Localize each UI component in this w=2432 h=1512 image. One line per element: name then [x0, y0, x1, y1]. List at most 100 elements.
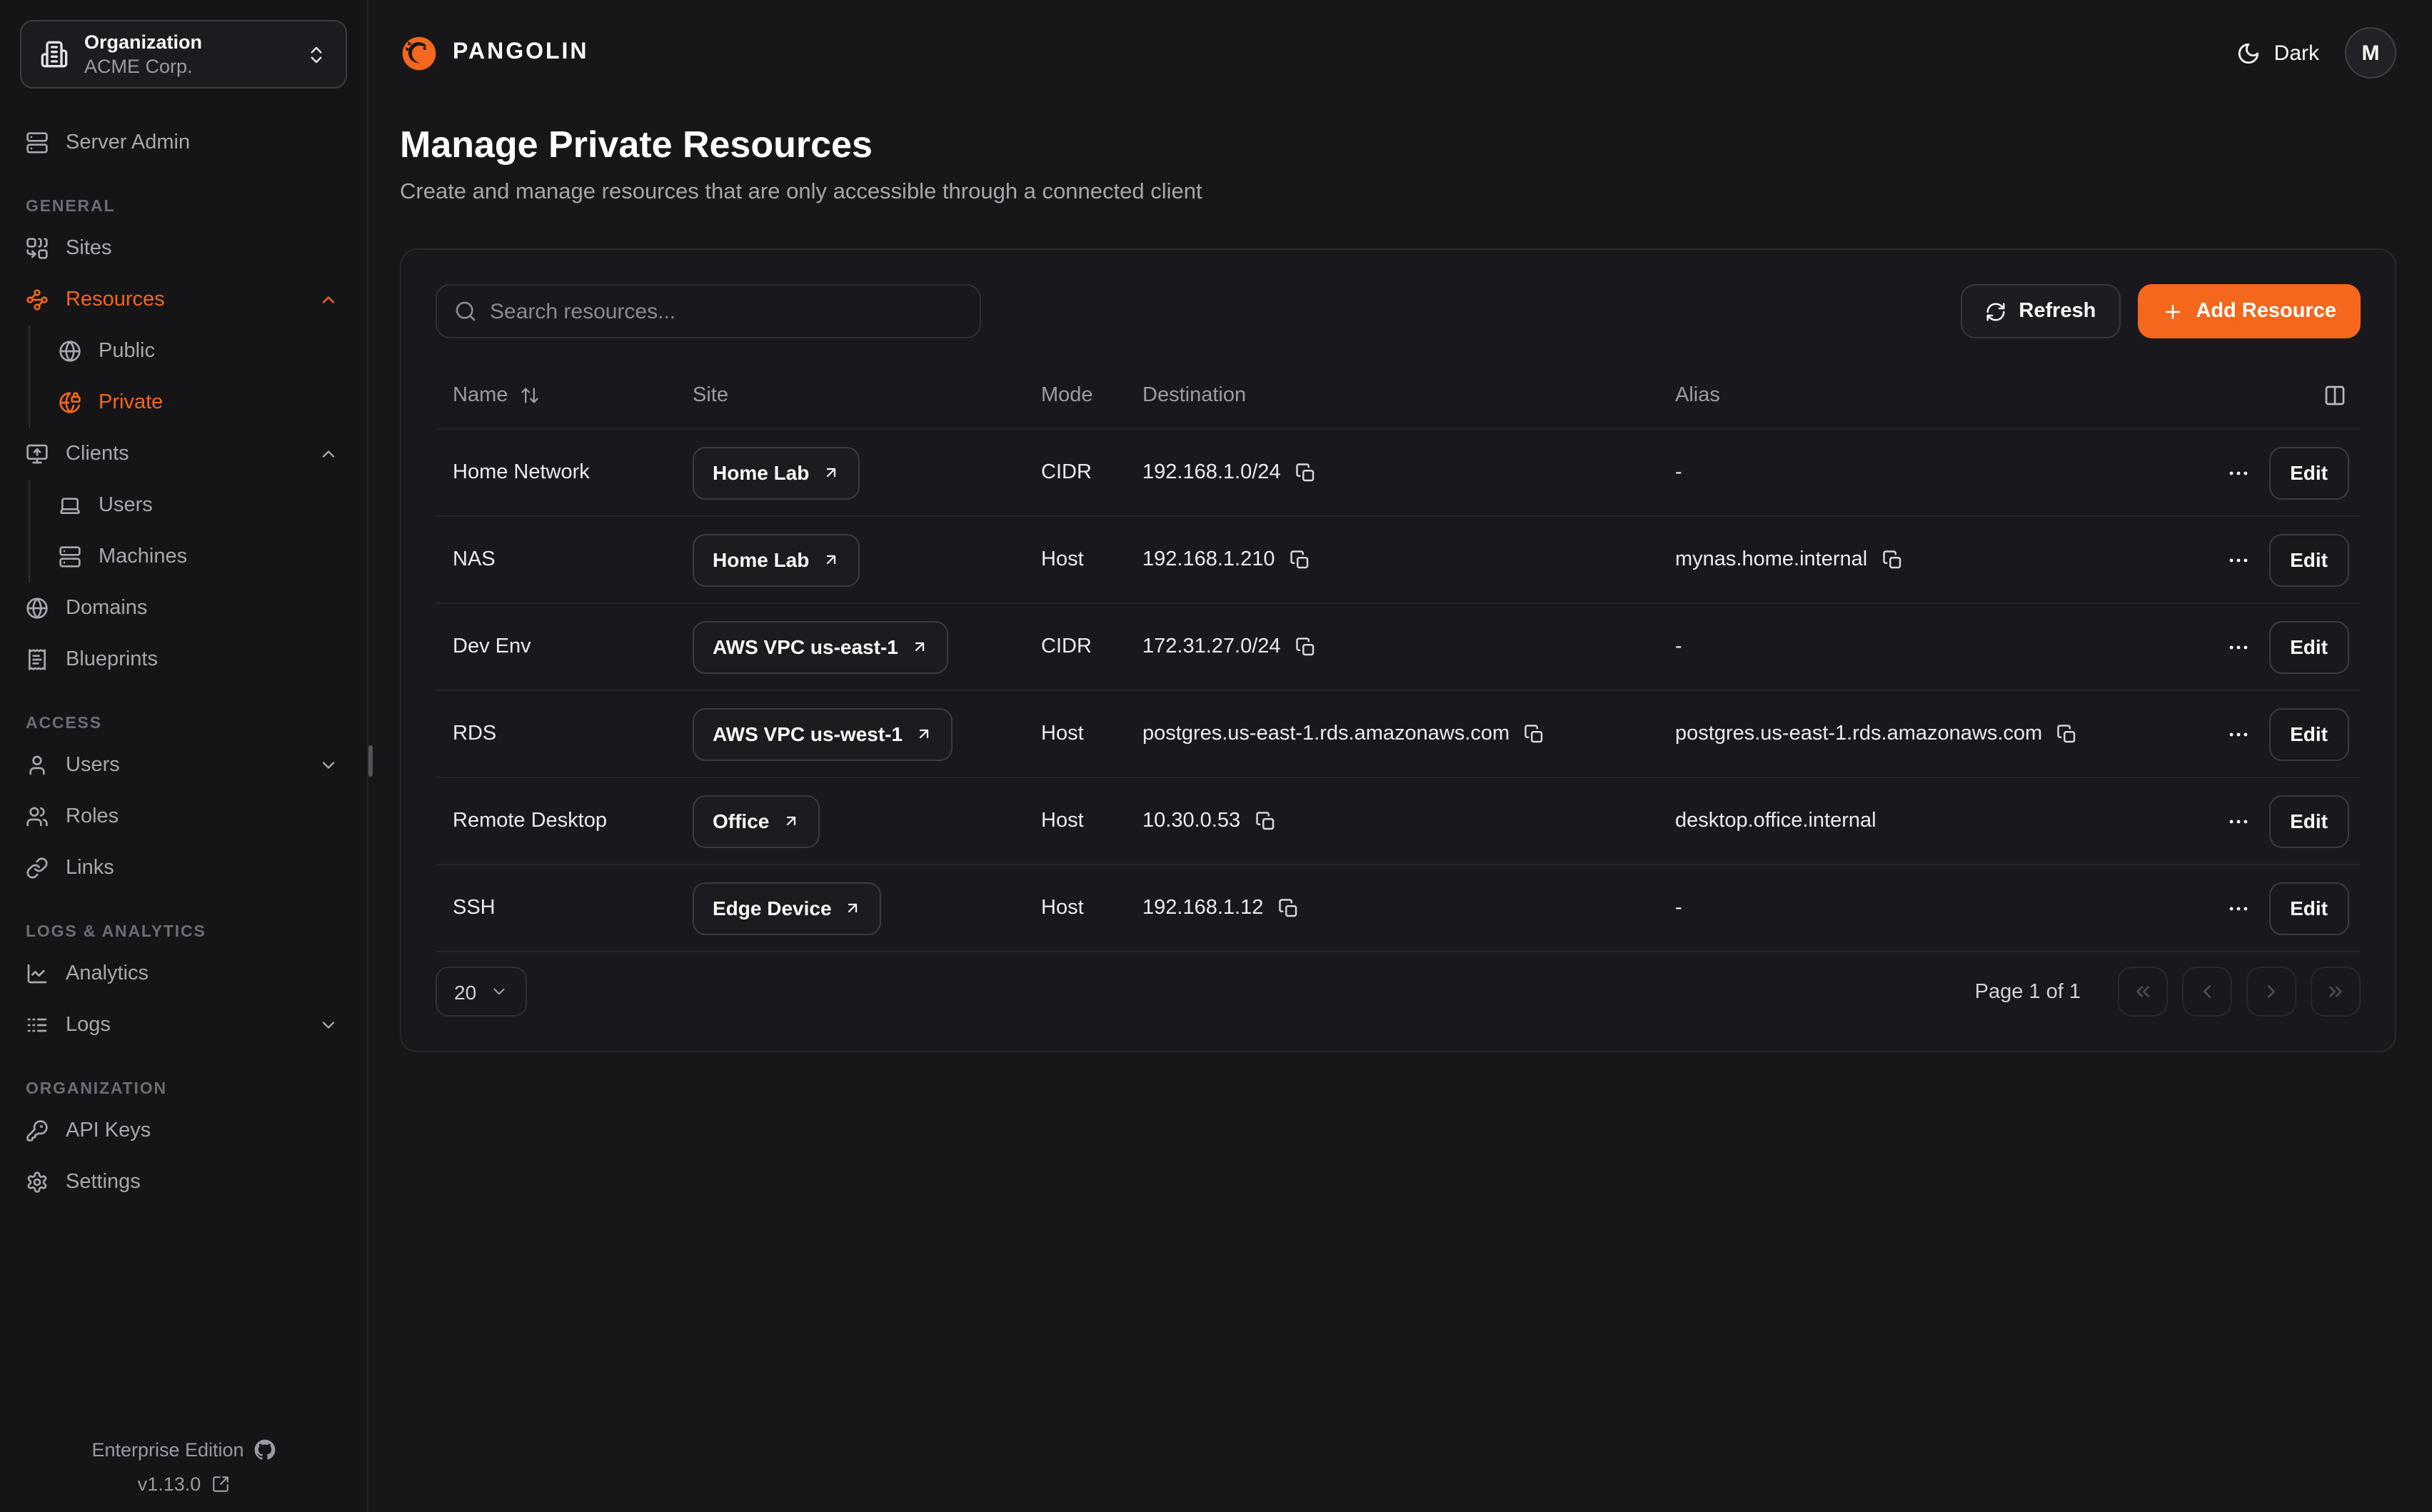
chevron-up-icon [318, 290, 338, 310]
sidebar-item-domains[interactable]: Domains [20, 583, 347, 634]
column-header-name-sort[interactable]: Name [436, 383, 675, 406]
sidebar-item-label: Server Admin [66, 131, 190, 154]
table-row: Dev Env AWS VPC us-east-1 CIDR 172.31.27… [436, 604, 2361, 691]
resource-mode: Host [1024, 548, 1125, 571]
row-menu-button[interactable] [2226, 896, 2250, 920]
alias-cell: - [1658, 635, 2198, 658]
last-page-button[interactable] [2311, 967, 2361, 1017]
waypoints-icon [26, 288, 49, 311]
sidebar-item-label: Roles [66, 805, 119, 828]
site-link-button[interactable]: AWS VPC us-west-1 [693, 707, 953, 760]
resources-card: Refresh Add Resource Name Site Mode [400, 248, 2396, 1052]
org-selector-value: ACME Corp. [84, 56, 202, 77]
org-selector[interactable]: Organization ACME Corp. [20, 20, 347, 89]
row-menu-button[interactable] [2226, 548, 2250, 572]
arrow-up-right-icon [822, 551, 839, 568]
table-body: Home Network Home Lab CIDR 192.168.1.0/2… [436, 430, 2361, 952]
row-menu-button[interactable] [2226, 460, 2250, 485]
users-icon [26, 805, 49, 828]
app-window: Organization ACME Corp. Server Admin GEN… [0, 0, 2432, 1512]
sidebar-item-analytics[interactable]: Analytics [20, 948, 347, 999]
edit-button[interactable]: Edit [2268, 707, 2349, 760]
theme-toggle-label: Dark [2274, 41, 2319, 65]
edit-button[interactable]: Edit [2268, 446, 2349, 499]
first-page-button[interactable] [2118, 967, 2168, 1017]
arrow-up-right-icon [822, 464, 839, 481]
site-name: Edge Device [713, 897, 832, 919]
resource-mode: CIDR [1024, 635, 1125, 658]
sidebar-item-resources[interactable]: Resources [20, 274, 347, 326]
refresh-icon [1984, 301, 2006, 322]
destination-cell: 172.31.27.0/24 [1125, 635, 1658, 658]
copy-destination-button[interactable] [1295, 636, 1317, 657]
edit-button[interactable]: Edit [2268, 882, 2349, 934]
external-link-icon [211, 1475, 229, 1493]
previous-page-button[interactable] [2182, 967, 2232, 1017]
page-size-select[interactable]: 20 [436, 967, 526, 1017]
search-input[interactable] [490, 299, 963, 323]
sidebar-item-sites[interactable]: Sites [20, 223, 347, 274]
edit-button[interactable]: Edit [2268, 795, 2349, 847]
sidebar-item-label: Sites [66, 237, 112, 260]
add-resource-button[interactable]: Add Resource [2137, 284, 2361, 338]
sidebar-item-roles[interactable]: Roles [20, 791, 347, 842]
sidebar-item-label: Users [99, 494, 153, 517]
site-cell: Edge Device [675, 882, 1024, 934]
sidebar-item-private[interactable]: Private [30, 377, 347, 428]
sidebar-item-client-users[interactable]: Users [30, 480, 347, 531]
column-header-name: Name [453, 383, 508, 406]
site-name: Office [713, 810, 769, 832]
site-link-button[interactable]: AWS VPC us-east-1 [693, 620, 948, 673]
row-menu-button[interactable] [2226, 722, 2250, 746]
sidebar-resize-handle[interactable] [368, 745, 373, 777]
version-link[interactable]: v1.13.0 [138, 1473, 230, 1495]
avatar[interactable]: M [2345, 27, 2396, 79]
sidebar-nav: Server Admin GENERAL Sites Resources Pub… [20, 117, 347, 1208]
row-actions: Edit [2198, 882, 2361, 934]
brand-logo-link[interactable]: PANGOLIN [400, 34, 589, 72]
sidebar-item-clients[interactable]: Clients [20, 428, 347, 480]
copy-alias-button[interactable] [1881, 549, 1903, 570]
resource-mode: CIDR [1024, 461, 1125, 484]
row-actions: Edit [2198, 795, 2361, 847]
table-toolbar: Refresh Add Resource [436, 284, 2361, 338]
arrow-up-right-icon [782, 812, 799, 830]
chevron-down-icon [318, 755, 338, 775]
edit-button[interactable]: Edit [2268, 620, 2349, 673]
plus-icon [2161, 301, 2183, 322]
sidebar-item-public[interactable]: Public [30, 326, 347, 377]
copy-destination-button[interactable] [1295, 462, 1317, 483]
sidebar-item-users[interactable]: Users [20, 740, 347, 791]
chevrons-up-down-icon [306, 44, 327, 65]
site-name: Home Lab [713, 461, 809, 484]
copy-destination-button[interactable] [1289, 549, 1310, 570]
copy-destination-button[interactable] [1255, 810, 1276, 832]
copy-alias-button[interactable] [2056, 723, 2078, 745]
copy-icon [1277, 897, 1299, 919]
site-link-button[interactable]: Office [693, 795, 819, 847]
sidebar-item-machines[interactable]: Machines [30, 531, 347, 583]
resource-name: Remote Desktop [436, 810, 675, 832]
sidebar-item-api-keys[interactable]: API Keys [20, 1105, 347, 1156]
sidebar-item-links[interactable]: Links [20, 842, 347, 894]
copy-destination-button[interactable] [1277, 897, 1299, 919]
site-link-button[interactable]: Home Lab [693, 533, 859, 586]
site-link-button[interactable]: Edge Device [693, 882, 882, 934]
row-menu-button[interactable] [2226, 635, 2250, 659]
toggle-columns-button[interactable] [2323, 383, 2346, 406]
sidebar-item-blueprints[interactable]: Blueprints [20, 634, 347, 685]
edit-button[interactable]: Edit [2268, 533, 2349, 586]
copy-destination-button[interactable] [1524, 723, 1545, 745]
page-title: Manage Private Resources [400, 123, 2396, 167]
theme-toggle-button[interactable]: Dark [2237, 41, 2319, 65]
sidebar-item-settings[interactable]: Settings [20, 1156, 347, 1208]
site-link-button[interactable]: Home Lab [693, 446, 859, 499]
arrow-up-right-icon [911, 638, 928, 655]
chevron-left-icon [2196, 981, 2218, 1002]
edition-link[interactable]: Enterprise Edition [91, 1439, 275, 1461]
sidebar-item-server-admin[interactable]: Server Admin [20, 117, 347, 168]
row-menu-button[interactable] [2226, 809, 2250, 833]
refresh-button[interactable]: Refresh [1960, 284, 2120, 338]
next-page-button[interactable] [2246, 967, 2296, 1017]
sidebar-item-logs[interactable]: Logs [20, 999, 347, 1051]
